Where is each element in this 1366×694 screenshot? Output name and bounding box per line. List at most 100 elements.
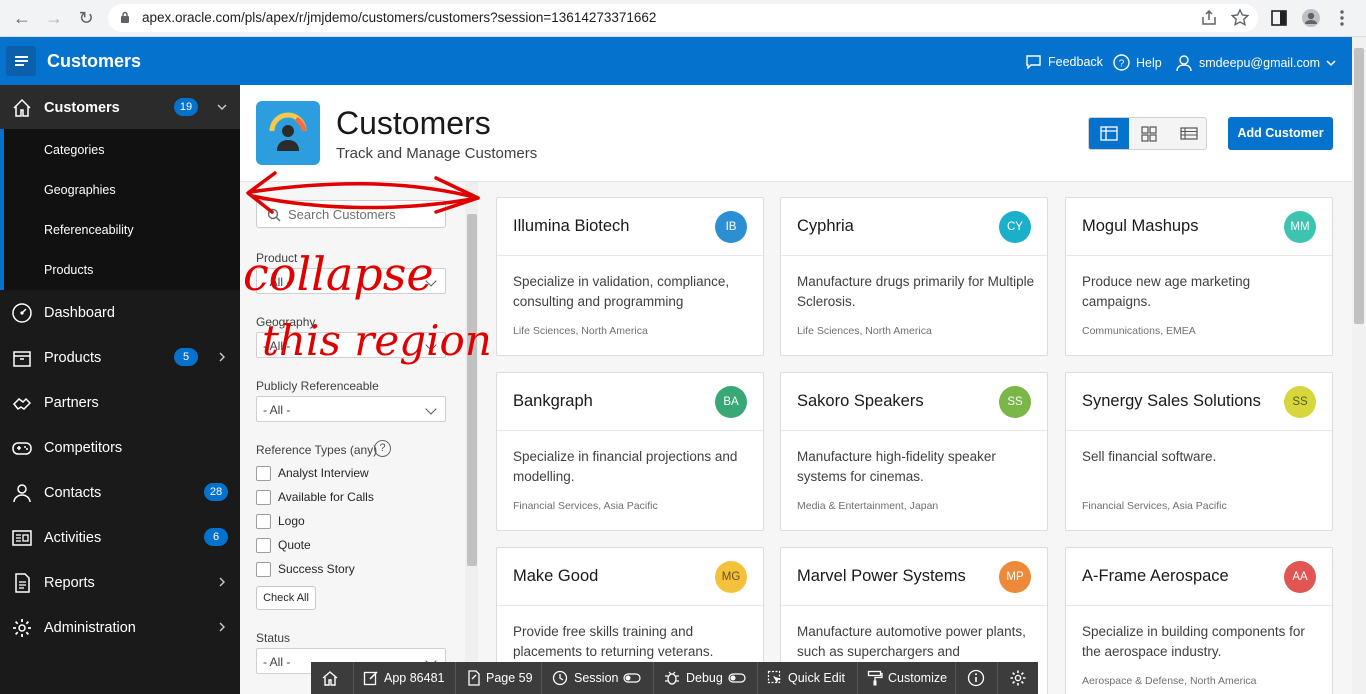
table-view-button[interactable] — [1169, 118, 1206, 149]
checkbox-label: Available for Calls — [278, 490, 374, 504]
product-facet-label: Product — [256, 251, 298, 265]
card-initials: MG — [715, 561, 747, 593]
session-button[interactable]: Session — [551, 662, 642, 694]
checkbox-logo[interactable]: Logo — [256, 512, 305, 530]
search-input[interactable]: Search Customers — [256, 200, 446, 228]
page-scrollbar-thumb[interactable] — [1354, 48, 1364, 324]
reload-icon[interactable]: ↻ — [74, 6, 98, 30]
sidebar-subitem-categories[interactable]: Categories — [44, 143, 104, 157]
customer-card[interactable]: Mogul Mashups MM Produce new age marketi… — [1065, 197, 1333, 356]
forward-icon[interactable]: → — [42, 6, 66, 30]
sidebar-item-activities[interactable]: Activities 6 — [0, 515, 240, 560]
checkbox-success-story[interactable]: Success Story — [256, 560, 355, 578]
card-initials: AA — [1284, 561, 1316, 593]
customer-card[interactable]: Cyphria CY Manufacture drugs primarily f… — [780, 197, 1048, 356]
sidebar-subitem-referenceability[interactable]: Referenceability — [44, 223, 134, 237]
card-initials: MM — [1284, 211, 1316, 243]
card-initials: MP — [999, 561, 1031, 593]
newspaper-icon — [12, 529, 32, 546]
check-all-button[interactable]: Check All — [256, 586, 316, 610]
sidebar-item-administration[interactable]: Administration — [0, 605, 240, 650]
card-title[interactable]: Make Good — [513, 567, 598, 586]
card-title[interactable]: Cyphria — [797, 217, 854, 236]
card-title[interactable]: Marvel Power Systems — [797, 567, 966, 586]
quick-edit-button[interactable]: Quick Edit — [767, 662, 845, 694]
sidebar-item-partners[interactable]: Partners — [0, 380, 240, 425]
help-link[interactable]: ? Help — [1113, 54, 1162, 71]
session-icon — [552, 670, 568, 686]
card-title[interactable]: Bankgraph — [513, 392, 593, 411]
share-icon[interactable] — [1199, 8, 1219, 28]
sidebar-item-label: Products — [44, 349, 102, 366]
card-title[interactable]: A-Frame Aerospace — [1082, 567, 1229, 586]
address-bar[interactable]: apex.oracle.com/pls/apex/r/jmjdemo/custo… — [108, 4, 1258, 32]
card-meta: Media & Entertainment, Japan — [797, 500, 939, 512]
menu-dots-icon[interactable] — [1332, 8, 1352, 28]
sidebar-item-contacts[interactable]: Contacts 28 — [0, 470, 240, 515]
card-title[interactable]: Mogul Mashups — [1082, 217, 1198, 236]
checkbox-available-for-calls[interactable]: Available for Calls — [256, 488, 374, 506]
home-button[interactable] — [321, 662, 339, 694]
card-description: Specialize in financial projections and … — [513, 449, 738, 484]
customer-card[interactable]: Sakoro Speakers SS Manufacture high-fide… — [780, 372, 1048, 531]
grid-view-button[interactable] — [1129, 118, 1169, 149]
info-button[interactable] — [967, 662, 985, 694]
sidebar-item-competitors[interactable]: Competitors — [0, 425, 240, 470]
add-customer-button[interactable]: Add Customer — [1228, 117, 1333, 150]
customer-card[interactable]: A-Frame Aerospace AA Specialize in build… — [1065, 547, 1333, 694]
star-icon[interactable] — [1230, 8, 1250, 28]
profile-icon[interactable] — [1301, 8, 1321, 28]
chevron-right-icon[interactable] — [217, 577, 227, 587]
help-icon[interactable]: ? — [374, 440, 391, 457]
sidebar-item-dashboard[interactable]: Dashboard — [0, 290, 240, 335]
sidebar-item-customers[interactable]: Customers 19 — [0, 85, 240, 130]
checkbox-label: Logo — [278, 514, 305, 528]
page-button[interactable]: Page 59 — [467, 662, 533, 694]
customer-card[interactable]: Illumina Biotech IB Specialize in valida… — [496, 197, 764, 356]
chevron-right-icon[interactable] — [217, 622, 227, 632]
card-view-button[interactable] — [1089, 118, 1129, 149]
chevron-right-icon[interactable] — [217, 352, 227, 362]
facets-scrollbar-thumb[interactable] — [467, 214, 477, 566]
sidebar-item-label: Competitors — [44, 439, 123, 456]
customer-card[interactable]: Synergy Sales Solutions SS Sell financia… — [1065, 372, 1333, 531]
menu-toggle-button[interactable] — [6, 46, 36, 76]
chevron-down-icon — [1326, 60, 1336, 67]
card-title[interactable]: Illumina Biotech — [513, 217, 629, 236]
customize-button[interactable]: Customize — [867, 662, 947, 694]
browser-toolbar: ← → ↻ apex.oracle.com/pls/apex/r/jmjdemo… — [0, 0, 1366, 37]
home-icon — [322, 671, 338, 686]
sidebar-subitem-products[interactable]: Products — [44, 263, 93, 277]
main-content: Customers Track and Manage Customers Add… — [240, 85, 1352, 694]
toggle-icon — [728, 673, 746, 683]
sidebar-item-label: Customers — [44, 99, 120, 116]
debug-button[interactable]: Debug — [663, 662, 746, 694]
paint-roller-icon — [867, 670, 883, 686]
select-value: - All - — [263, 275, 291, 289]
checkbox-label: Quote — [278, 538, 311, 552]
sidebar-item-reports[interactable]: Reports — [0, 560, 240, 605]
app-button[interactable]: App 86481 — [363, 662, 444, 694]
back-icon[interactable]: ← — [10, 6, 34, 30]
product-select[interactable]: - All - — [256, 268, 446, 294]
publicly-referenceable-select[interactable]: - All - — [256, 396, 446, 422]
sidebar-subitem-geographies[interactable]: Geographies — [44, 183, 116, 197]
sidebar-item-products[interactable]: Products 5 — [0, 335, 240, 380]
gamepad-icon — [12, 441, 32, 455]
sidepanel-icon[interactable] — [1269, 8, 1289, 28]
app-title[interactable]: Customers — [47, 51, 141, 72]
geography-select[interactable]: - All - — [256, 332, 446, 358]
card-title[interactable]: Synergy Sales Solutions — [1082, 392, 1261, 411]
customer-card[interactable]: Bankgraph BA Specialize in financial pro… — [496, 372, 764, 531]
card-title[interactable]: Sakoro Speakers — [797, 392, 924, 411]
customer-cards-region: Illumina Biotech IB Specialize in valida… — [478, 182, 1352, 694]
checkbox-analyst-interview[interactable]: Analyst Interview — [256, 464, 369, 482]
checkbox-label: Analyst Interview — [278, 466, 369, 480]
sidebar-item-label: Dashboard — [44, 304, 115, 321]
user-menu[interactable]: smdeepu@gmail.com — [1175, 54, 1336, 72]
feedback-link[interactable]: Feedback — [1025, 54, 1103, 69]
chevron-down-icon[interactable] — [217, 102, 227, 112]
settings-button[interactable] — [1009, 662, 1027, 694]
checkbox-quote[interactable]: Quote — [256, 536, 311, 554]
card-initials: BA — [715, 386, 747, 418]
